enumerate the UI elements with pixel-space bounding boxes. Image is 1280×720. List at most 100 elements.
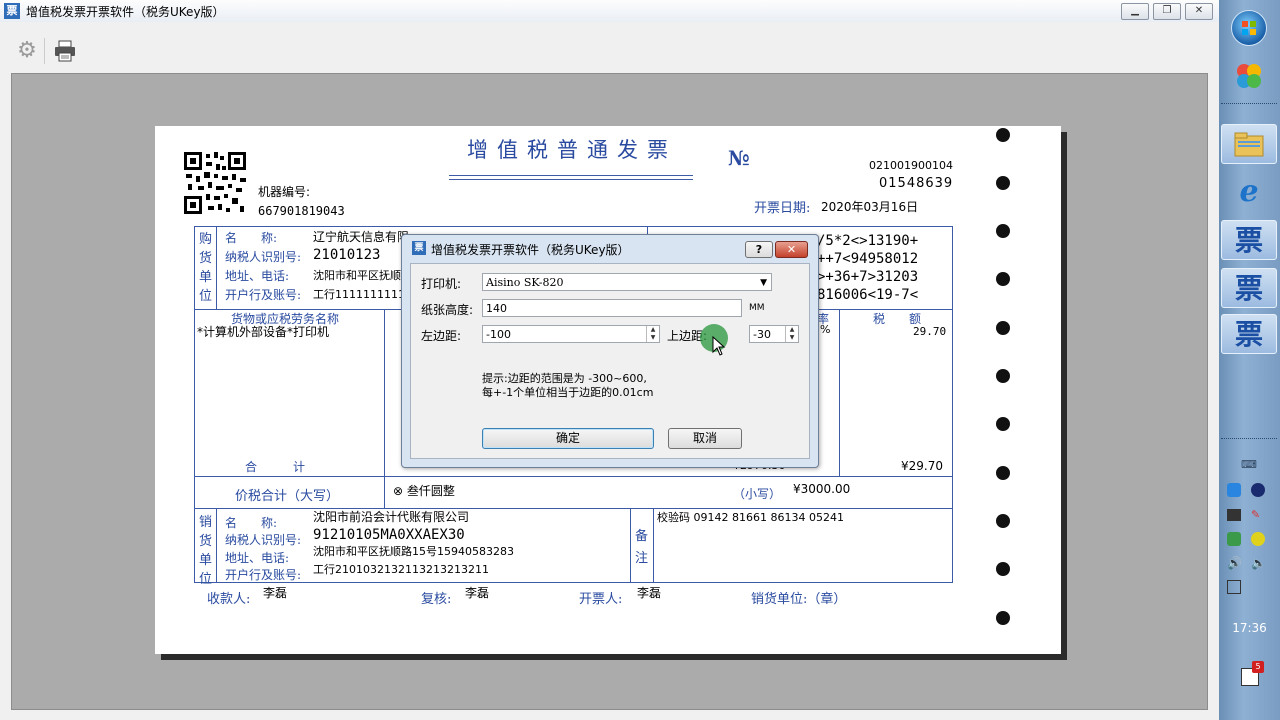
printer-icon[interactable]	[52, 39, 78, 63]
table-line	[839, 309, 840, 477]
help-button[interactable]: ?	[745, 241, 773, 258]
buyer-name: 辽宁航天信息有限	[313, 230, 410, 244]
left-margin-value: -100	[486, 328, 511, 341]
tractor-hole	[996, 272, 1010, 286]
dialog-app-icon: 票	[412, 241, 426, 255]
invoice-code: 021001900104	[869, 159, 953, 172]
speaker-alert-icon[interactable]: 🔊	[1227, 556, 1242, 570]
invoice-number: 01548639	[879, 176, 954, 191]
grand-total-small: ¥3000.00	[793, 482, 851, 496]
dialog-body: 打印机: Aisino SK-820 ▼ 纸张高度: 140 MM 左边距: -…	[410, 263, 810, 459]
tray-app-icon[interactable]	[1251, 483, 1265, 497]
buyer-tax-label: 纳税人识别号:	[225, 250, 302, 264]
buyer-bank: 工行1111111111	[313, 288, 405, 301]
reviewer-label: 复核:	[421, 592, 452, 607]
tractor-hole	[996, 176, 1010, 190]
restore-icon[interactable]: ❐	[1153, 3, 1181, 20]
clock[interactable]: 17:36	[1219, 621, 1280, 635]
height-unit: MM	[749, 303, 765, 313]
dialog-title: 增值税发票开票软件（税务UKey版）	[431, 243, 630, 257]
cipher-line: /5*2<>13190+	[817, 233, 919, 249]
total-label: 合 计	[245, 460, 306, 474]
tractor-hole	[996, 369, 1010, 383]
buyer-section-label: 购货单位	[199, 232, 213, 304]
tractor-hole	[996, 562, 1010, 576]
color-app-icon[interactable]	[1233, 60, 1265, 92]
taskbar-separator	[1221, 438, 1277, 443]
table-line	[653, 508, 654, 583]
table-line	[630, 508, 631, 583]
start-orb-icon[interactable]	[1231, 10, 1267, 46]
close-icon[interactable]: ✕	[1185, 3, 1213, 20]
paper-height-input[interactable]: 140	[482, 299, 742, 317]
total-tax: ¥29.70	[901, 459, 943, 473]
invoice-app-taskbar-button[interactable]: 票	[1221, 268, 1277, 308]
tray-app-icon[interactable]	[1227, 483, 1241, 497]
table-line	[384, 309, 385, 509]
seller-addr-label: 地址、电话:	[225, 551, 290, 565]
invoice-app-taskbar-button[interactable]: 票	[1221, 314, 1277, 354]
mouse-pointer-icon	[712, 335, 726, 356]
seller-tax-id: 91210105MA0XXAEX30	[313, 527, 465, 543]
cancel-button[interactable]: 取消	[668, 428, 742, 449]
tractor-hole	[996, 128, 1010, 142]
volume-icon[interactable]: 🔈	[1251, 556, 1266, 570]
top-margin-spinner[interactable]: ▲ ▼	[785, 326, 798, 342]
minimize-icon[interactable]: ▁	[1121, 3, 1149, 20]
dialog-close-button[interactable]: ✕	[775, 241, 808, 258]
drawer-label: 开票人:	[579, 592, 623, 607]
seller-section-label: 销货单位	[199, 515, 213, 587]
tractor-hole	[996, 514, 1010, 528]
remark-label: 备注	[635, 529, 649, 566]
ok-button[interactable]: 确定	[482, 428, 654, 449]
app-icon: 票	[4, 3, 20, 19]
printer-select[interactable]: Aisino SK-820 ▼	[482, 273, 772, 291]
paper-height-label: 纸张高度:	[421, 303, 474, 317]
cipher-line: >+36+7>31203	[817, 269, 919, 285]
invoice-date: 2020年03月16日	[821, 200, 919, 214]
cipher-line: ++7<94958012	[817, 251, 919, 267]
seller-name: 沈阳市前沿会计代账有限公司	[313, 510, 470, 524]
tray-tool-icon[interactable]: ✎	[1251, 509, 1265, 521]
top-margin-input[interactable]: -30 ▲ ▼	[749, 325, 799, 343]
cipher-line: 816006<19-7<	[817, 287, 919, 303]
ie-icon[interactable]: e	[1221, 172, 1277, 212]
display-icon[interactable]	[1227, 580, 1241, 594]
drawer: 李磊	[637, 586, 662, 600]
explorer-taskbar-button[interactable]	[1221, 124, 1277, 164]
invoice-app-taskbar-button[interactable]: 票	[1221, 220, 1277, 260]
tractor-hole	[996, 466, 1010, 480]
tractor-hole	[996, 224, 1010, 238]
printer-value: Aisino SK-820	[486, 276, 564, 289]
chevron-down-icon: ▼	[760, 278, 767, 288]
cipher-area: /5*2<>13190+ ++7<94958012 >+36+7>31203 8…	[817, 232, 918, 304]
machine-label: 机器编号:	[258, 185, 311, 199]
machine-number: 667901819043	[258, 204, 345, 218]
network-icon[interactable]	[1227, 509, 1241, 521]
tray-plus-icon[interactable]	[1251, 532, 1265, 546]
seller-bank: 工行2101032132113213213211	[313, 563, 489, 576]
buyer-tax-id: 21010123	[313, 247, 381, 263]
window-title: 增值税发票开票软件（税务UKey版）	[26, 5, 225, 19]
toolbar: ⚙	[0, 22, 1220, 72]
item-rate: %	[820, 323, 831, 336]
keyboard-icon[interactable]: ⌨	[1241, 458, 1257, 471]
tractor-hole	[996, 417, 1010, 431]
security-icon[interactable]	[1227, 532, 1241, 546]
payee: 李磊	[263, 586, 288, 600]
date-label: 开票日期:	[754, 201, 811, 216]
left-margin-spinner[interactable]: ▲ ▼	[646, 326, 659, 342]
gear-icon[interactable]: ⚙	[14, 38, 40, 64]
left-margin-label: 左边距:	[421, 329, 462, 343]
reviewer: 李磊	[465, 586, 490, 600]
top-margin-value: -30	[753, 328, 771, 341]
seller-addr: 沈阳市和平区抚顺路15号15940583283	[313, 545, 514, 558]
qr-code	[184, 152, 246, 214]
title-bar: 票 增值税发票开票软件（税务UKey版） ▁ ❐ ✕	[0, 0, 1220, 23]
item-name: *计算机外部设备*打印机	[197, 325, 330, 339]
title-underline	[449, 175, 693, 176]
print-settings-dialog: 票 增值税发票开票软件（税务UKey版） ? ✕ 打印机: Aisino SK-…	[401, 234, 819, 468]
table-line	[216, 226, 217, 310]
tractor-hole	[996, 321, 1010, 335]
left-margin-input[interactable]: -100 ▲ ▼	[482, 325, 660, 343]
